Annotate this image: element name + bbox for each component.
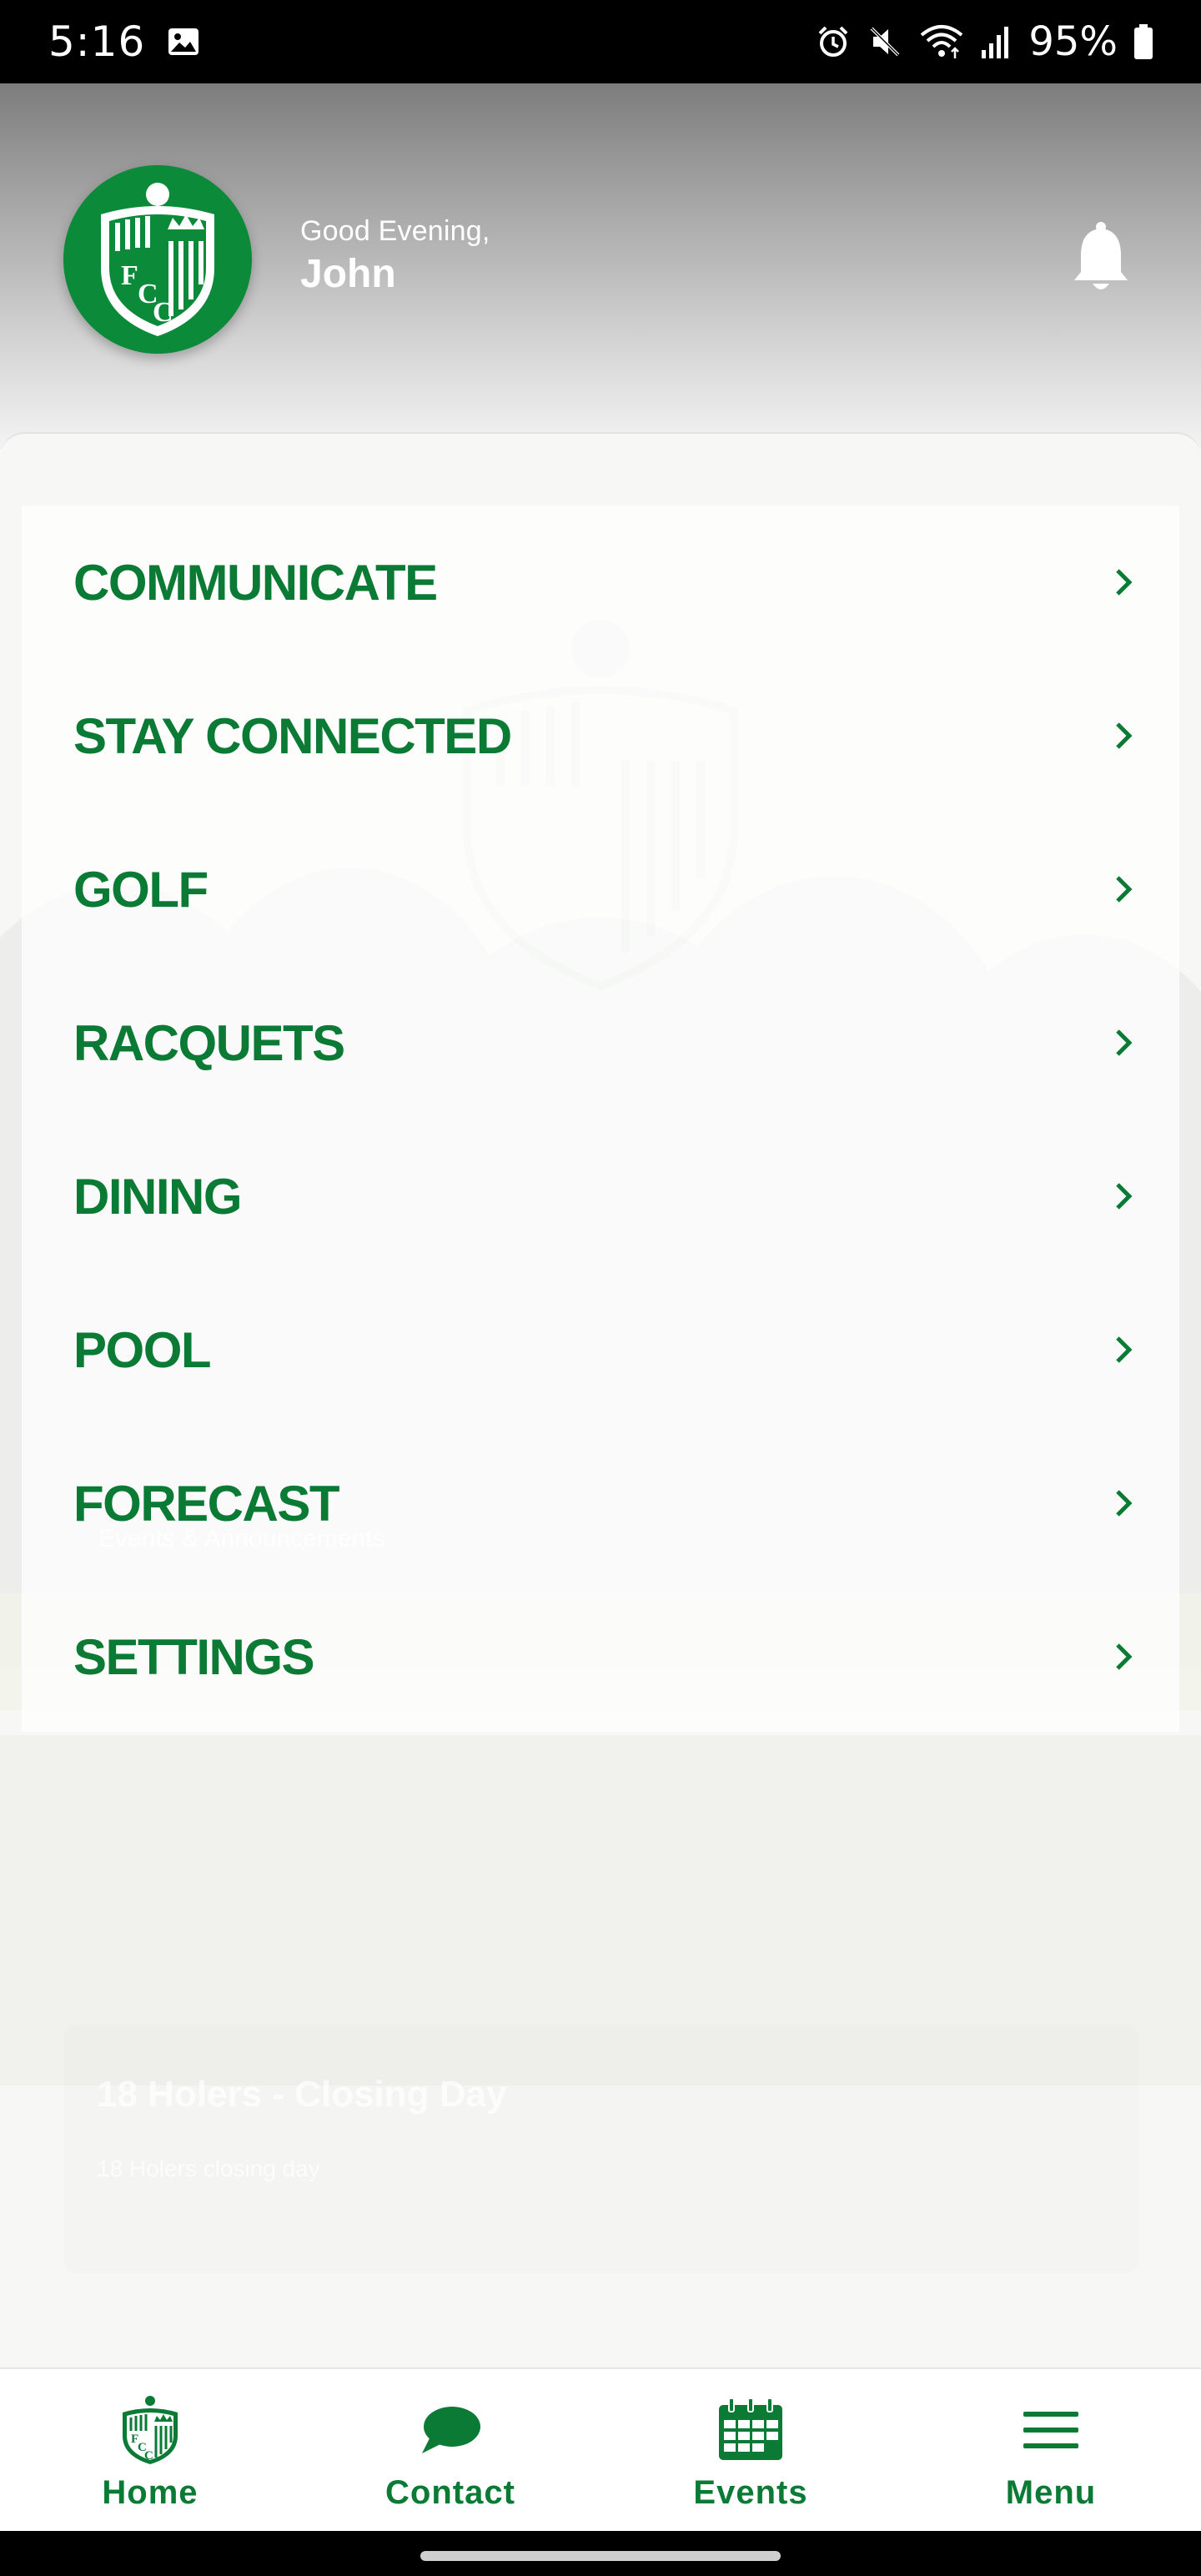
menu-item-racquets[interactable]: RACQUETS — [22, 966, 1179, 1119]
chat-bubble-icon — [413, 2392, 488, 2468]
chevron-right-icon — [1116, 569, 1133, 596]
chevron-right-icon — [1116, 1643, 1133, 1670]
greeting-text: Good Evening, — [300, 215, 490, 247]
battery-percent: 95% — [1028, 18, 1118, 65]
menu-item-settings[interactable]: SETTINGS — [22, 1580, 1179, 1733]
menu-item-label: COMMUNICATE — [73, 554, 438, 611]
hamburger-menu-icon — [1013, 2392, 1088, 2468]
event-card — [63, 2024, 1139, 2274]
menu-item-stay-connected[interactable]: STAY CONNECTED — [22, 659, 1179, 813]
nav-label: Contact — [385, 2474, 515, 2511]
home-gesture-handle[interactable] — [420, 2551, 781, 2561]
chevron-right-icon — [1116, 1029, 1133, 1056]
status-bar: 5:16 95% — [0, 0, 1201, 83]
header: F C C Good Evening, John — [0, 83, 1201, 450]
menu-item-label: GOLF — [73, 861, 209, 918]
wifi-icon — [918, 23, 965, 60]
menu-item-label: DINING — [73, 1168, 243, 1225]
nav-label: Home — [102, 2474, 198, 2511]
chevron-right-icon — [1116, 876, 1133, 903]
signal-icon — [980, 23, 1013, 60]
svg-text:C: C — [153, 297, 173, 328]
menu-item-label: SETTINGS — [73, 1628, 315, 1685]
menu-item-label: STAY CONNECTED — [73, 707, 512, 764]
menu-item-dining[interactable]: DINING — [22, 1119, 1179, 1273]
section-label: Events & Announcements — [98, 1525, 385, 1552]
nav-label: Events — [693, 2474, 808, 2511]
battery-icon — [1133, 23, 1154, 60]
menu-item-communicate[interactable]: COMMUNICATE — [22, 506, 1179, 659]
bell-icon[interactable] — [1071, 220, 1131, 295]
svg-text:C: C — [144, 2449, 153, 2463]
chevron-right-icon — [1116, 722, 1133, 749]
menu-item-label: POOL — [73, 1321, 212, 1378]
club-crest-icon: F C C — [101, 183, 214, 336]
chevron-right-icon — [1116, 1183, 1133, 1210]
menu-item-pool[interactable]: POOL — [22, 1273, 1179, 1426]
event-card-title: 18 Holers - Closing Day — [97, 2074, 507, 2115]
bottom-nav: F C C Home Contact Events Menu — [0, 2367, 1201, 2531]
calendar-icon — [713, 2392, 788, 2468]
menu-item-forecast[interactable]: FORECAST — [22, 1426, 1179, 1580]
event-card-body: 18 Holers closing day — [97, 2156, 320, 2181]
nav-contact[interactable]: Contact — [300, 2369, 600, 2533]
nav-menu[interactable]: Menu — [901, 2369, 1201, 2533]
chevron-right-icon — [1116, 1336, 1133, 1363]
status-time: 5:16 — [48, 18, 146, 66]
gesture-bar — [0, 2531, 1201, 2576]
menu-item-golf[interactable]: GOLF — [22, 813, 1179, 966]
svg-text:F: F — [121, 260, 138, 291]
mute-icon — [867, 23, 903, 60]
nav-events[interactable]: Events — [600, 2369, 901, 2533]
menu-item-label: RACQUETS — [73, 1014, 345, 1071]
nav-home[interactable]: F C C Home — [0, 2369, 300, 2533]
chevron-right-icon — [1116, 1490, 1133, 1517]
greeting: Good Evening, John — [300, 215, 490, 297]
nav-label: Menu — [1005, 2474, 1097, 2511]
club-logo-icon: F C C — [113, 2392, 188, 2468]
user-name: John — [300, 252, 396, 296]
alarm-icon — [815, 23, 852, 60]
menu-item-label: FORECAST — [73, 1475, 340, 1532]
gallery-icon — [167, 25, 200, 58]
club-logo[interactable]: F C C — [63, 165, 252, 354]
